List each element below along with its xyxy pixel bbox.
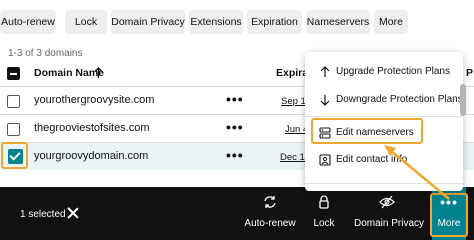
annotation-arrow-icon [384,145,450,200]
